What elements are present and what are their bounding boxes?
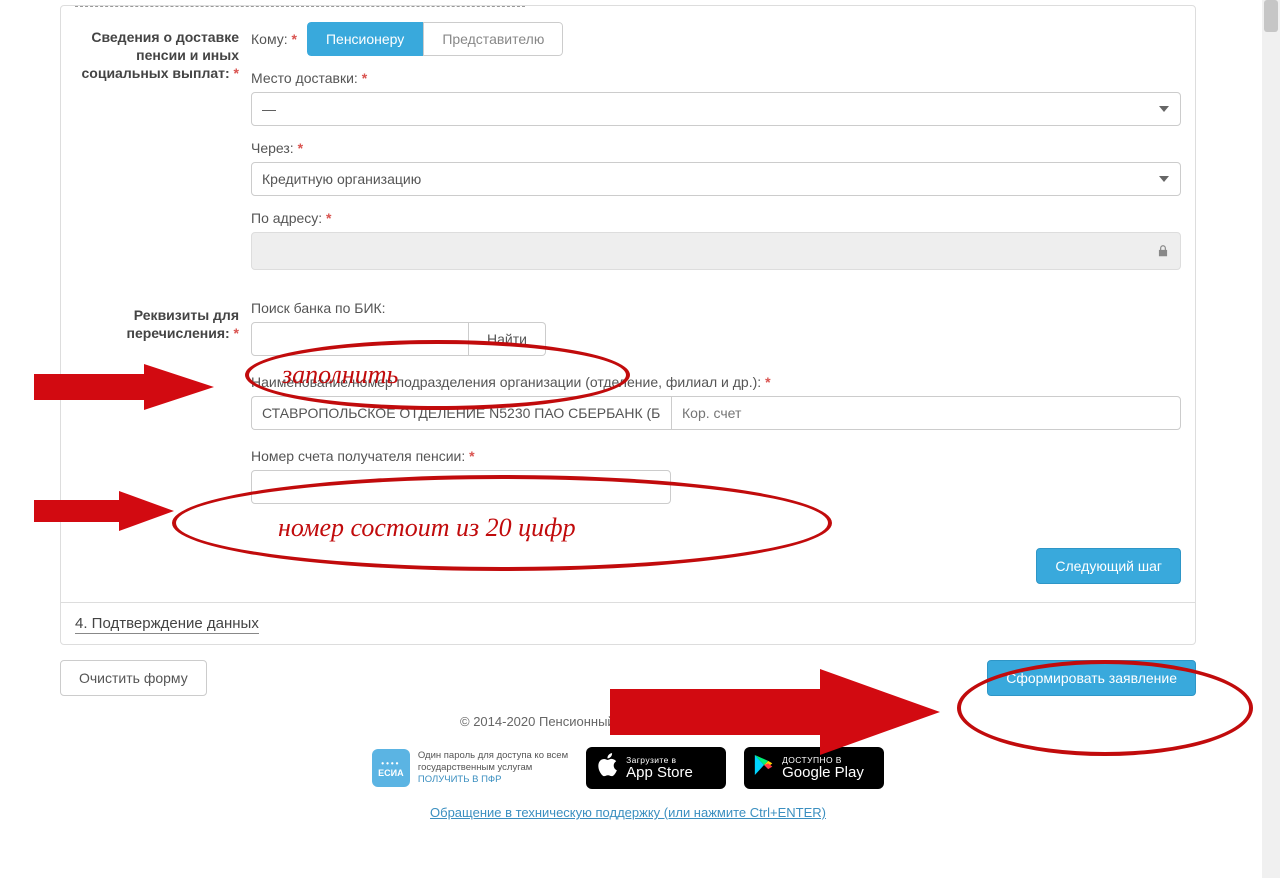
recipient-pensioner-button[interactable]: Пенсионеру	[307, 22, 423, 56]
delivery-place-select[interactable]: —	[251, 92, 1181, 126]
step4-header[interactable]: 4. Подтверждение данных	[61, 602, 1195, 644]
annotation-arrow-1	[34, 364, 214, 410]
find-bank-button[interactable]: Найти	[469, 322, 546, 356]
esia-link[interactable]: ПОЛУЧИТЬ В ПФР	[418, 774, 502, 785]
recipient-toggle: Пенсионеру Представителю	[307, 22, 563, 56]
cor-account-input[interactable]	[671, 396, 1181, 430]
section-divider	[75, 6, 525, 7]
bank-section: Реквизиты для перечисления: * Поиск банк…	[61, 300, 1195, 504]
submit-form-button[interactable]: Сформировать заявление	[987, 660, 1196, 696]
account-label: Номер счета получателя пенсии: *	[251, 448, 1181, 464]
form-panel: Сведения о доставке пенсии и иных социал…	[60, 5, 1196, 645]
annotation-arrow-2	[34, 491, 174, 531]
via-label: Через: *	[251, 140, 1181, 156]
org-name-input[interactable]	[251, 396, 671, 430]
lock-icon	[1156, 244, 1170, 258]
bik-search-label: Поиск банка по БИК:	[251, 300, 1181, 316]
scrollbar[interactable]	[1262, 0, 1280, 878]
esia-text: Один пароль для доступа ко всем государс…	[418, 750, 568, 786]
address-label: По адресу: *	[251, 210, 1181, 226]
account-number-input[interactable]	[251, 470, 671, 504]
address-field	[251, 232, 1181, 270]
esia-badge[interactable]: •••• ЕСИА Один пароль для доступа ко все…	[372, 749, 568, 787]
place-label: Место доставки: *	[251, 70, 1181, 86]
bik-input[interactable]	[251, 322, 469, 356]
to-label: Кому: *	[251, 31, 297, 47]
apple-icon	[596, 752, 618, 784]
org-label: Наименование/номер подразделения организ…	[251, 374, 1181, 390]
next-step-button[interactable]: Следующий шаг	[1036, 548, 1181, 584]
googleplay-icon	[754, 754, 774, 782]
scrollbar-thumb[interactable]	[1264, 0, 1278, 32]
delivery-via-select[interactable]: Кредитную организацию	[251, 162, 1181, 196]
recipient-representative-button[interactable]: Представителю	[423, 22, 563, 56]
delivery-section: Сведения о доставке пенсии и иных социал…	[61, 22, 1195, 270]
delivery-section-label: Сведения о доставке пенсии и иных социал…	[75, 22, 251, 270]
support-link[interactable]: Обращение в техническую поддержку (или н…	[430, 805, 826, 820]
annotation-arrow-submit	[610, 669, 940, 755]
clear-form-button[interactable]: Очистить форму	[60, 660, 207, 696]
esia-icon: •••• ЕСИА	[372, 749, 410, 787]
